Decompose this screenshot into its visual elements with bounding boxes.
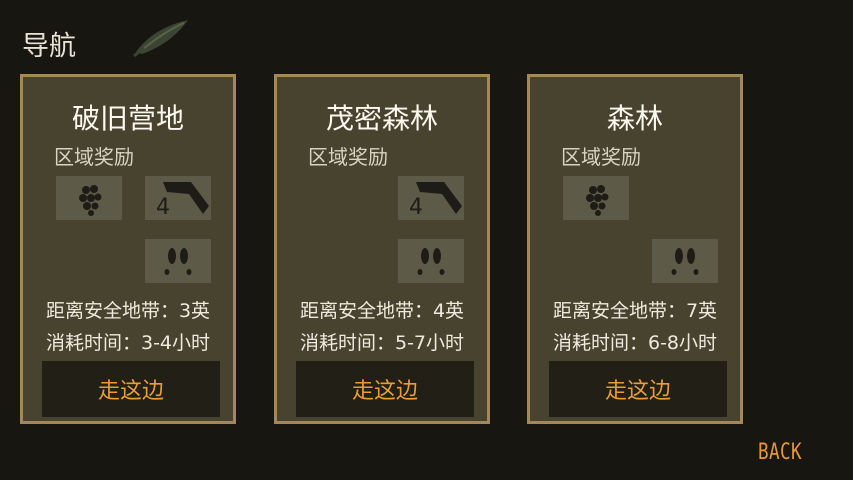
berries-icon [56,176,122,220]
reward-label: 区域奖励 [54,145,134,169]
time-line: 消耗时间：5-7小时 [277,328,487,355]
location-title: 森林 [606,102,663,135]
back-button[interactable]: BACK [758,440,802,465]
time-value: 3-4小时 [140,332,211,354]
go-this-way-button[interactable]: 走这边 [296,361,474,417]
reward-label: 区域奖励 [308,145,388,169]
time-line: 消耗时间：6-8小时 [530,328,740,355]
time-value: 6-8小时 [647,332,718,354]
animal-tracks-icon [145,239,211,283]
location-title: 茂密森林 [325,102,438,135]
location-card-forest: 森林 区域奖励 距离安全地带：7英 消耗时间：6-8小时 走这边 [527,74,743,424]
reward-label: 区域奖励 [561,145,641,169]
distance-line: 距离安全地带：3英 [23,296,233,323]
time-line: 消耗时间：3-4小时 [23,328,233,355]
distance-value: 7英 [685,300,718,322]
distance-line: 距离安全地带：4英 [277,296,487,323]
animal-tracks-icon [652,239,718,283]
distance-label: 距离安全地带： [299,300,433,322]
distance-value: 3英 [178,300,211,322]
distance-line: 距离安全地带：7英 [530,296,740,323]
go-this-way-button[interactable]: 走这边 [549,361,727,417]
location-title: 破旧营地 [71,102,184,135]
go-this-way-button[interactable]: 走这边 [42,361,220,417]
distance-label: 距离安全地带： [45,300,179,322]
svg-text:4: 4 [156,195,170,220]
hatchet-icon: 4 [398,176,464,220]
svg-text:4: 4 [409,195,423,220]
location-card-abandoned-camp: 破旧营地 区域奖励 4 距离安全地带：3英 消耗时间：3-4小时 走这边 [20,74,236,424]
time-label: 消耗时间： [552,332,648,354]
time-label: 消耗时间： [45,332,141,354]
leaf-compass-icon [133,20,188,58]
distance-value: 4英 [432,300,465,322]
animal-tracks-icon [398,239,464,283]
berries-icon [563,176,629,220]
page-title: 导航 [22,31,76,62]
time-value: 5-7小时 [394,332,465,354]
location-card-dense-forest: 茂密森林 区域奖励 4 距离安全地带：4英 消耗时间：5-7小时 走这边 [274,74,490,424]
time-label: 消耗时间： [299,332,395,354]
hatchet-icon: 4 [145,176,211,220]
distance-label: 距离安全地带： [552,300,686,322]
